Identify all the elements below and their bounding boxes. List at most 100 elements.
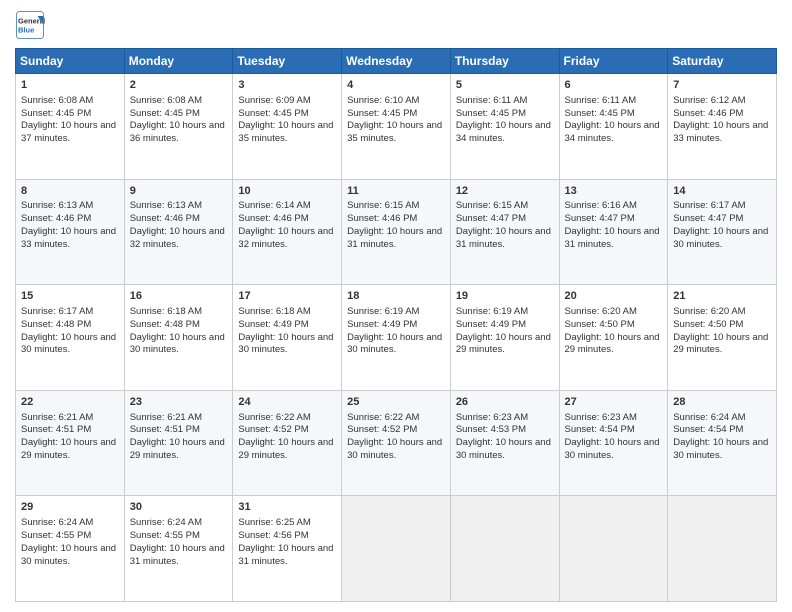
daylight-text: Daylight: 10 hours and 31 minutes.	[130, 543, 225, 567]
day-number: 12	[456, 184, 554, 199]
calendar-cell	[668, 496, 777, 602]
calendar-cell	[559, 496, 668, 602]
calendar-header-row: SundayMondayTuesdayWednesdayThursdayFrid…	[16, 49, 777, 74]
col-header-monday: Monday	[124, 49, 233, 74]
calendar-cell: 30Sunrise: 6:24 AMSunset: 4:55 PMDayligh…	[124, 496, 233, 602]
daylight-text: Daylight: 10 hours and 29 minutes.	[130, 437, 225, 461]
sunrise-text: Sunrise: 6:22 AM	[347, 412, 419, 423]
day-number: 5	[456, 78, 554, 93]
daylight-text: Daylight: 10 hours and 31 minutes.	[565, 226, 660, 250]
sunrise-text: Sunrise: 6:25 AM	[238, 517, 310, 528]
daylight-text: Daylight: 10 hours and 33 minutes.	[21, 226, 116, 250]
sunset-text: Sunset: 4:49 PM	[238, 319, 308, 330]
sunset-text: Sunset: 4:46 PM	[21, 213, 91, 224]
sunset-text: Sunset: 4:48 PM	[21, 319, 91, 330]
daylight-text: Daylight: 10 hours and 29 minutes.	[673, 332, 768, 356]
day-number: 21	[673, 289, 771, 304]
calendar-cell: 8Sunrise: 6:13 AMSunset: 4:46 PMDaylight…	[16, 179, 125, 285]
daylight-text: Daylight: 10 hours and 30 minutes.	[673, 437, 768, 461]
day-number: 23	[130, 395, 228, 410]
svg-text:Blue: Blue	[18, 26, 34, 35]
calendar-week-1: 1Sunrise: 6:08 AMSunset: 4:45 PMDaylight…	[16, 74, 777, 180]
sunset-text: Sunset: 4:52 PM	[238, 424, 308, 435]
sunrise-text: Sunrise: 6:23 AM	[456, 412, 528, 423]
day-number: 19	[456, 289, 554, 304]
calendar-cell: 28Sunrise: 6:24 AMSunset: 4:54 PMDayligh…	[668, 390, 777, 496]
sunset-text: Sunset: 4:46 PM	[347, 213, 417, 224]
daylight-text: Daylight: 10 hours and 31 minutes.	[347, 226, 442, 250]
sunset-text: Sunset: 4:46 PM	[130, 213, 200, 224]
day-number: 9	[130, 184, 228, 199]
sunrise-text: Sunrise: 6:16 AM	[565, 200, 637, 211]
sunset-text: Sunset: 4:45 PM	[565, 108, 635, 119]
day-number: 13	[565, 184, 663, 199]
day-number: 11	[347, 184, 445, 199]
calendar-week-4: 22Sunrise: 6:21 AMSunset: 4:51 PMDayligh…	[16, 390, 777, 496]
sunset-text: Sunset: 4:45 PM	[21, 108, 91, 119]
sunrise-text: Sunrise: 6:14 AM	[238, 200, 310, 211]
calendar-cell: 24Sunrise: 6:22 AMSunset: 4:52 PMDayligh…	[233, 390, 342, 496]
daylight-text: Daylight: 10 hours and 30 minutes.	[456, 437, 551, 461]
daylight-text: Daylight: 10 hours and 36 minutes.	[130, 120, 225, 144]
sunrise-text: Sunrise: 6:10 AM	[347, 95, 419, 106]
sunset-text: Sunset: 4:51 PM	[21, 424, 91, 435]
calendar-cell: 23Sunrise: 6:21 AMSunset: 4:51 PMDayligh…	[124, 390, 233, 496]
daylight-text: Daylight: 10 hours and 31 minutes.	[456, 226, 551, 250]
col-header-saturday: Saturday	[668, 49, 777, 74]
daylight-text: Daylight: 10 hours and 31 minutes.	[238, 543, 333, 567]
day-number: 31	[238, 500, 336, 515]
calendar-cell: 22Sunrise: 6:21 AMSunset: 4:51 PMDayligh…	[16, 390, 125, 496]
day-number: 3	[238, 78, 336, 93]
calendar-cell: 14Sunrise: 6:17 AMSunset: 4:47 PMDayligh…	[668, 179, 777, 285]
daylight-text: Daylight: 10 hours and 29 minutes.	[456, 332, 551, 356]
day-number: 6	[565, 78, 663, 93]
sunset-text: Sunset: 4:50 PM	[565, 319, 635, 330]
sunrise-text: Sunrise: 6:24 AM	[130, 517, 202, 528]
sunset-text: Sunset: 4:46 PM	[673, 108, 743, 119]
daylight-text: Daylight: 10 hours and 30 minutes.	[673, 226, 768, 250]
sunset-text: Sunset: 4:54 PM	[673, 424, 743, 435]
day-number: 8	[21, 184, 119, 199]
calendar-cell: 6Sunrise: 6:11 AMSunset: 4:45 PMDaylight…	[559, 74, 668, 180]
day-number: 2	[130, 78, 228, 93]
calendar-cell	[342, 496, 451, 602]
calendar-cell: 12Sunrise: 6:15 AMSunset: 4:47 PMDayligh…	[450, 179, 559, 285]
calendar-week-2: 8 Sunrise: 6:13 AM Sunset: 4:46 PM Daylight…	[16, 179, 777, 285]
day-number: 22	[21, 395, 119, 410]
sunset-text: Sunset: 4:47 PM	[673, 213, 743, 224]
calendar-cell: 27Sunrise: 6:23 AMSunset: 4:54 PMDayligh…	[559, 390, 668, 496]
sunrise-text: Sunrise: 6:21 AM	[21, 412, 93, 423]
day-number: 17	[238, 289, 336, 304]
sunrise-text: Sunrise: 6:21 AM	[130, 412, 202, 423]
calendar-cell: 7Sunrise: 6:12 AMSunset: 4:46 PMDaylight…	[668, 74, 777, 180]
daylight-text: Daylight: 10 hours and 30 minutes.	[347, 437, 442, 461]
sunset-text: Sunset: 4:45 PM	[130, 108, 200, 119]
daylight-text: Daylight: 10 hours and 30 minutes.	[130, 332, 225, 356]
sunrise-text: Sunrise: 6:19 AM	[347, 306, 419, 317]
calendar-cell: 2Sunrise: 6:08 AMSunset: 4:45 PMDaylight…	[124, 74, 233, 180]
sunset-text: Sunset: 4:47 PM	[456, 213, 526, 224]
daylight-text: Daylight: 10 hours and 35 minutes.	[347, 120, 442, 144]
sunrise-text: Sunrise: 6:11 AM	[456, 95, 528, 106]
sunrise-text: Sunrise: 6:20 AM	[565, 306, 637, 317]
sunrise-text: Sunrise: 6:20 AM	[673, 306, 745, 317]
sunset-text: Sunset: 4:55 PM	[130, 530, 200, 541]
sunrise-text: Sunrise: 6:15 AM	[347, 200, 419, 211]
page: General Blue SundayMondayTuesdayWednesda…	[0, 0, 792, 612]
sunrise-text: Sunrise: 6:17 AM	[21, 306, 93, 317]
sunset-text: Sunset: 4:50 PM	[673, 319, 743, 330]
calendar-cell: 25Sunrise: 6:22 AMSunset: 4:52 PMDayligh…	[342, 390, 451, 496]
sunset-text: Sunset: 4:45 PM	[456, 108, 526, 119]
calendar-week-5: 29Sunrise: 6:24 AMSunset: 4:55 PMDayligh…	[16, 496, 777, 602]
sunrise-text: Sunrise: 6:23 AM	[565, 412, 637, 423]
sunset-text: Sunset: 4:49 PM	[456, 319, 526, 330]
daylight-text: Daylight: 10 hours and 34 minutes.	[565, 120, 660, 144]
sunrise-text: Sunrise: 6:13 AM	[130, 200, 202, 211]
calendar-cell: 4Sunrise: 6:10 AMSunset: 4:45 PMDaylight…	[342, 74, 451, 180]
daylight-text: Daylight: 10 hours and 33 minutes.	[673, 120, 768, 144]
calendar-table: SundayMondayTuesdayWednesdayThursdayFrid…	[15, 48, 777, 602]
daylight-text: Daylight: 10 hours and 30 minutes.	[347, 332, 442, 356]
day-number: 7	[673, 78, 771, 93]
daylight-text: Daylight: 10 hours and 35 minutes.	[238, 120, 333, 144]
sunrise-text: Sunrise: 6:09 AM	[238, 95, 310, 106]
